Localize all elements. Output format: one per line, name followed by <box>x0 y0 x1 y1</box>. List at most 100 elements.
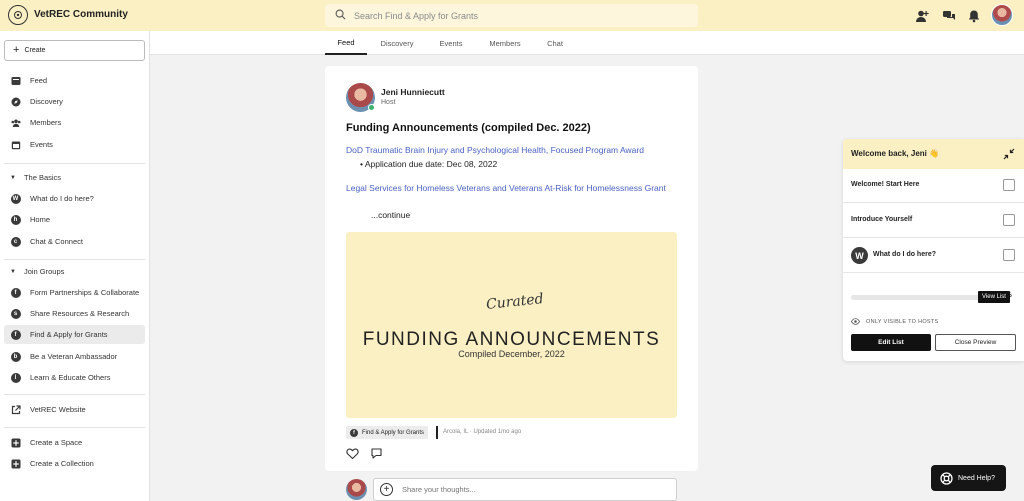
sidebar-item-find-apply-grants[interactable]: f Find & Apply for Grants <box>4 325 145 344</box>
tab-chat[interactable]: Chat <box>540 31 570 55</box>
composer-avatar <box>346 479 367 500</box>
task-label: Introduce Yourself <box>851 216 913 223</box>
sidebar-item-share-resources[interactable]: s Share Resources & Research <box>4 304 145 323</box>
onboarding-task[interactable]: Welcome! Start Here <box>843 169 1024 203</box>
caret-down-icon: ▼ <box>10 268 16 275</box>
sidebar-item-home[interactable]: h Home <box>4 210 145 229</box>
sidebar-item-label: VetREC Website <box>30 405 86 414</box>
sidebar-item-label: Chat & Connect <box>30 237 83 246</box>
onboarding-panel: Welcome back, Jeni 👋 Welcome! Start Here… <box>843 139 1024 361</box>
need-help-label: Need Help? <box>958 474 995 482</box>
app-title[interactable]: VetREC Community <box>34 9 128 20</box>
bullet-text: Application due date: Dec 08, 2022 <box>364 159 498 169</box>
post-title[interactable]: Funding Announcements (compiled Dec. 202… <box>346 122 591 134</box>
bell-icon[interactable] <box>966 8 982 24</box>
space-badge-icon: f <box>10 287 21 298</box>
chip-separator <box>436 426 438 439</box>
sidebar-item-website[interactable]: VetREC Website <box>4 400 145 419</box>
sidebar-item-label: Events <box>30 140 53 149</box>
sidebar-item-veteran-ambassador[interactable]: b Be a Veteran Ambassador <box>4 347 145 366</box>
search-icon <box>335 9 346 22</box>
eye-icon <box>851 318 860 325</box>
sidebar-item-label: Discovery <box>30 97 63 106</box>
comment-input[interactable] <box>402 485 652 494</box>
visibility-label: ONLY VISIBLE TO HOSTS <box>866 318 939 325</box>
tab-feed[interactable]: Feed <box>325 31 367 55</box>
space-badge-icon: c <box>10 236 21 247</box>
tab-discovery[interactable]: Discovery <box>376 31 418 55</box>
view-list-tooltip[interactable]: View List <box>978 291 1010 303</box>
external-link-icon <box>10 404 21 415</box>
plus-icon: + <box>13 44 20 56</box>
tab-members[interactable]: Members <box>483 31 527 55</box>
sidebar-item-label: Feed <box>30 76 48 85</box>
sidebar-item-feed[interactable]: Feed <box>4 71 145 90</box>
banner-script-text: Curated <box>485 291 545 313</box>
post-link-dod[interactable]: DoD Traumatic Brain Injury and Psycholog… <box>346 145 644 155</box>
close-preview-button[interactable]: Close Preview <box>935 334 1016 351</box>
section-join-groups[interactable]: ▼ Join Groups <box>10 267 64 276</box>
sidebar-divider <box>4 427 145 428</box>
post-bullet: • Application due date: Dec 08, 2022 <box>360 159 498 169</box>
sidebar-item-label: Home <box>30 215 51 224</box>
sidebar: + Create Feed Discovery Members Events ▼… <box>0 31 150 501</box>
continue-link[interactable]: ...continue <box>371 210 410 220</box>
comment-icon[interactable] <box>370 447 383 460</box>
like-heart-icon[interactable] <box>346 447 359 460</box>
compass-icon <box>10 96 21 107</box>
post-author[interactable]: Jeni Hunniecutt <box>381 87 445 97</box>
create-space-button[interactable]: Create a Space <box>4 433 145 452</box>
onboarding-task[interactable]: Introduce Yourself <box>843 204 1024 238</box>
sidebar-item-events[interactable]: Events <box>4 135 145 154</box>
edit-list-button[interactable]: Edit List <box>851 334 931 351</box>
sidebar-item-label: Create a Space <box>30 438 83 447</box>
task-checkbox[interactable] <box>1003 249 1015 261</box>
collapse-arrows-icon[interactable] <box>1003 148 1015 160</box>
add-member-icon[interactable] <box>914 8 930 24</box>
task-checkbox[interactable] <box>1003 214 1015 226</box>
sidebar-divider <box>4 259 145 260</box>
sidebar-item-discovery[interactable]: Discovery <box>4 92 145 111</box>
task-checkbox[interactable] <box>1003 179 1015 191</box>
space-badge-icon: h <box>10 214 21 225</box>
vetrec-logo-icon[interactable] <box>8 5 28 25</box>
need-help-button[interactable]: Need Help? <box>931 465 1006 491</box>
banner-headline: FUNDING ANNOUNCEMENTS <box>362 329 661 350</box>
user-avatar[interactable] <box>991 4 1013 26</box>
calendar-icon <box>10 139 21 150</box>
visibility-note: ONLY VISIBLE TO HOSTS <box>851 317 939 326</box>
create-button[interactable]: + Create <box>4 40 145 61</box>
onboarding-header: Welcome back, Jeni 👋 <box>843 139 1024 169</box>
members-icon <box>10 117 21 128</box>
section-heading: The Basics <box>23 173 62 182</box>
sidebar-item-label: Share Resources & Research <box>30 309 130 318</box>
space-badge-icon: W <box>10 193 21 204</box>
search-bar[interactable] <box>325 4 698 27</box>
sidebar-item-learn-educate[interactable]: l Learn & Educate Others <box>4 368 145 387</box>
space-tabs: Feed Discovery Events Members Chat <box>150 31 1024 55</box>
sidebar-item-label: What do I do here? <box>30 194 94 203</box>
sidebar-item-label: Form Partnerships & Collaborate <box>30 288 140 297</box>
onboarding-title: Welcome back, Jeni 👋 <box>851 149 940 158</box>
post-banner-image[interactable]: Curated FUNDING ANNOUNCEMENTS Compiled D… <box>346 232 677 418</box>
sidebar-divider <box>4 394 145 395</box>
plus-square-icon <box>10 458 21 469</box>
sidebar-item-label: Create a Collection <box>30 459 94 468</box>
add-circle-icon[interactable]: + <box>380 483 393 496</box>
sidebar-item-what-do-i-do[interactable]: W What do I do here? <box>4 189 145 208</box>
onboarding-task[interactable]: W What do I do here? <box>843 239 1024 273</box>
sidebar-item-members[interactable]: Members <box>4 113 145 132</box>
sidebar-item-label: Learn & Educate Others <box>30 373 111 382</box>
tab-events[interactable]: Events <box>431 31 471 55</box>
space-chip[interactable]: f Find & Apply for Grants <box>346 426 429 439</box>
sidebar-item-form-partnerships[interactable]: f Form Partnerships & Collaborate <box>4 283 145 302</box>
create-collection-button[interactable]: Create a Collection <box>4 454 145 473</box>
sidebar-item-label: Find & Apply for Grants <box>30 330 108 339</box>
search-input[interactable] <box>354 10 674 21</box>
post-link-legal-services[interactable]: Legal Services for Homeless Veterans and… <box>346 182 666 195</box>
chat-bubbles-icon[interactable] <box>941 8 957 24</box>
task-label: What do I do here? <box>873 251 936 258</box>
section-the-basics[interactable]: ▼ The Basics <box>10 173 61 182</box>
sidebar-item-chat-connect[interactable]: c Chat & Connect <box>4 232 145 251</box>
comment-composer[interactable]: + <box>373 478 677 501</box>
